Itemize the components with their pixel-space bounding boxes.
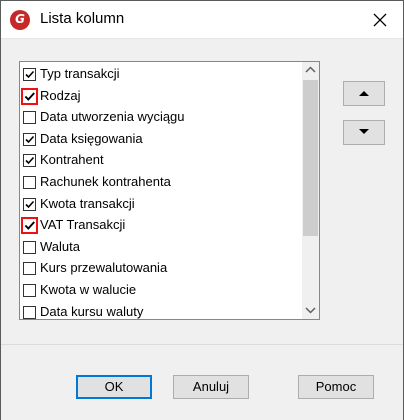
- move-down-button[interactable]: [343, 120, 385, 145]
- column-label: Kwota transakcji: [40, 195, 135, 211]
- ok-button[interactable]: OK: [76, 375, 152, 399]
- window-title: Lista kolumn: [40, 10, 125, 27]
- column-checkbox[interactable]: [23, 262, 36, 276]
- column-checkbox[interactable]: [21, 87, 38, 105]
- cancel-button[interactable]: Anuluj: [173, 375, 249, 399]
- column-checkbox[interactable]: [23, 111, 36, 125]
- column-list-item[interactable]: Rodzaj: [20, 85, 302, 107]
- scroll-up-button[interactable]: [302, 62, 319, 79]
- help-button[interactable]: Pomoc: [298, 375, 374, 399]
- close-icon: [373, 13, 387, 27]
- column-list[interactable]: Typ transakcji Rodzaj Data utworzenia wyci…: [19, 61, 320, 320]
- vertical-scrollbar[interactable]: [302, 62, 319, 319]
- column-list-item[interactable]: VAT Transakcji: [20, 214, 302, 236]
- column-label: Kurs przewalutowania: [40, 260, 168, 276]
- column-checkbox[interactable]: [23, 197, 36, 211]
- checkmark-icon: [25, 135, 35, 143]
- scroll-down-icon: [305, 307, 316, 314]
- scroll-down-button[interactable]: [302, 302, 319, 319]
- column-list-item[interactable]: Kwota w walucie: [20, 279, 302, 301]
- column-label: Data utworzenia wyciągu: [40, 109, 185, 125]
- column-checkbox[interactable]: [23, 154, 36, 168]
- column-list-item[interactable]: Kurs przewalutowania: [20, 257, 302, 279]
- column-list-item[interactable]: Data kursu waluty: [20, 301, 302, 319]
- column-list-item[interactable]: Kontrahent: [20, 149, 302, 171]
- column-checkbox[interactable]: [23, 176, 36, 189]
- column-checkbox[interactable]: [23, 284, 36, 297]
- column-checkbox[interactable]: [23, 132, 36, 146]
- app-logo-icon: G: [10, 10, 30, 30]
- column-label: Waluta: [40, 238, 80, 254]
- column-list-item[interactable]: Kwota transakcji: [20, 193, 302, 215]
- checkmark-icon: [24, 91, 35, 101]
- column-label: Data kursu waluty: [40, 303, 144, 319]
- column-label: Data księgowania: [40, 130, 143, 146]
- column-label: Rodzaj: [40, 87, 81, 103]
- column-list-item[interactable]: Data księgowania: [20, 128, 302, 150]
- checkmark-icon: [25, 70, 35, 79]
- move-up-button[interactable]: [343, 81, 385, 106]
- column-label: Rachunek kontrahenta: [40, 174, 171, 189]
- column-list-item[interactable]: Rachunek kontrahenta: [20, 171, 302, 193]
- column-checkbox[interactable]: [23, 305, 36, 319]
- column-list-item[interactable]: Data utworzenia wyciągu: [20, 106, 302, 128]
- scroll-up-icon: [305, 66, 316, 73]
- arrow-up-icon: [359, 91, 369, 96]
- close-button[interactable]: [357, 1, 403, 38]
- checkmark-icon: [25, 200, 35, 208]
- column-list-item[interactable]: Waluta: [20, 236, 302, 258]
- column-label: VAT Transakcji: [40, 217, 126, 233]
- column-checkbox[interactable]: [23, 240, 36, 254]
- column-label: Kontrahent: [40, 152, 104, 168]
- column-label: Kwota w walucie: [40, 282, 137, 297]
- dialog-window: G Lista kolumn Typ transakcji Rodzaj Data …: [0, 0, 404, 420]
- column-checkbox[interactable]: [23, 68, 36, 81]
- checkmark-icon: [25, 157, 35, 165]
- column-label: Typ transakcji: [40, 66, 120, 81]
- checkmark-icon: [24, 221, 35, 231]
- column-checkbox[interactable]: [21, 217, 38, 235]
- title-bar: G Lista kolumn: [1, 1, 403, 39]
- column-list-item[interactable]: Typ transakcji: [20, 63, 302, 85]
- scroll-thumb[interactable]: [303, 80, 318, 236]
- arrow-down-icon: [359, 129, 369, 134]
